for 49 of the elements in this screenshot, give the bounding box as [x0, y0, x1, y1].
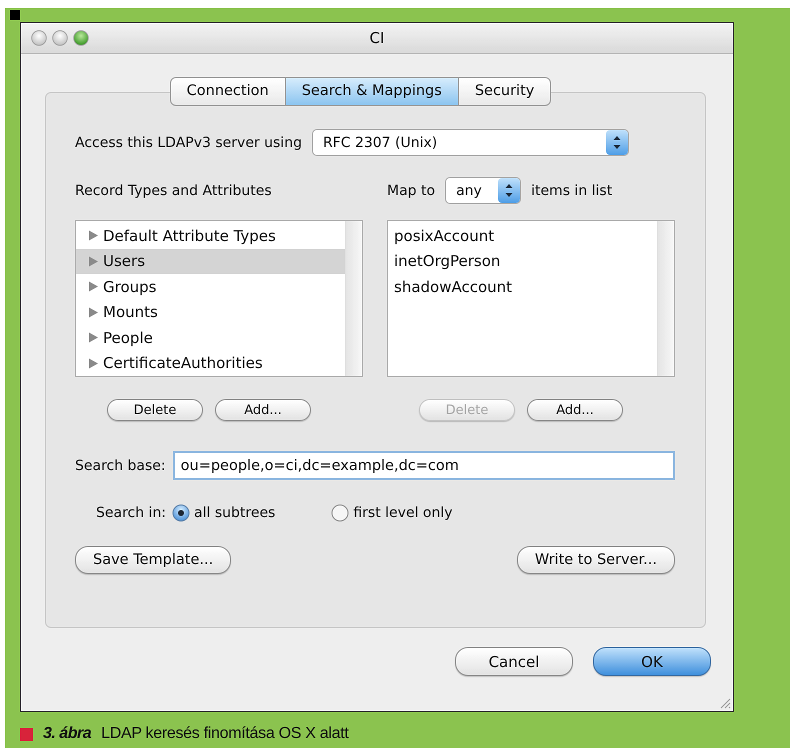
tab[interactable]: Security — [458, 77, 552, 106]
resize-grip-icon[interactable] — [719, 697, 731, 709]
disclosure-triangle-icon[interactable] — [88, 358, 99, 369]
list-label: Record Types and Attributes — [75, 182, 272, 198]
caption-marker-icon — [20, 728, 33, 740]
disclosure-triangle-icon[interactable] — [88, 281, 99, 292]
search-base-label: Search base: — [75, 458, 166, 474]
button[interactable]: Write to Server... — [516, 546, 675, 574]
disclosure-triangle-icon[interactable] — [88, 332, 99, 344]
window-control-button[interactable] — [52, 30, 68, 46]
button[interactable]: Save Template... — [75, 546, 232, 574]
button[interactable]: Add... — [215, 399, 311, 421]
radio-label[interactable]: all subtrees — [194, 505, 276, 521]
tab[interactable]: Connection — [170, 77, 286, 106]
window-control-button[interactable] — [73, 30, 89, 46]
search-base-field[interactable]: ou=people,o=ci,dc=example,dc=com — [172, 451, 675, 480]
access-label: Access this LDAPv3 server using — [75, 134, 302, 150]
dropdown[interactable]: RFC 2307 (Unix) — [312, 129, 629, 156]
list-row[interactable]: CertificateAuthorities — [76, 350, 345, 376]
list-item[interactable]: shadowAccount — [394, 278, 512, 296]
list-item[interactable]: inetOrgPerson — [394, 252, 500, 270]
map-to-suffix: items in list — [531, 182, 612, 198]
figure-number: 3. ábra — [43, 725, 92, 743]
search-in-label: Search in: — [96, 505, 166, 521]
corner-mark — [10, 10, 20, 20]
list-row[interactable]: Default Attribute Types — [76, 223, 345, 248]
button[interactable]: Add... — [527, 399, 623, 421]
list-row[interactable]: Users — [76, 248, 345, 274]
disclosure-triangle-icon[interactable] — [88, 230, 99, 242]
button[interactable]: Delete — [107, 399, 203, 421]
map-to-label: Map to — [387, 182, 436, 198]
window-control-button[interactable] — [31, 30, 47, 46]
list-item[interactable]: posixAccount — [394, 226, 494, 245]
disclosure-triangle-icon[interactable] — [88, 256, 99, 267]
dropdown[interactable]: any — [445, 177, 522, 204]
list-row[interactable]: People — [76, 325, 345, 350]
radio-button[interactable] — [331, 504, 350, 522]
tab[interactable]: Search & Mappings — [286, 77, 459, 106]
radio-button[interactable] — [172, 504, 190, 522]
list-row[interactable]: Groups — [76, 274, 345, 300]
stepper-arrows-icon — [606, 130, 628, 155]
stepper-arrows-icon — [498, 178, 520, 203]
figure-caption: LDAP keresés finomítása OS X alatt — [101, 725, 348, 743]
window-title: CI — [370, 29, 384, 47]
disclosure-triangle-icon[interactable] — [88, 306, 99, 318]
list-row[interactable]: Mounts — [76, 300, 345, 325]
ok-button[interactable]: OK — [593, 647, 711, 676]
cancel-button[interactable]: Cancel — [455, 647, 573, 676]
radio-label[interactable]: first level only — [353, 505, 453, 521]
